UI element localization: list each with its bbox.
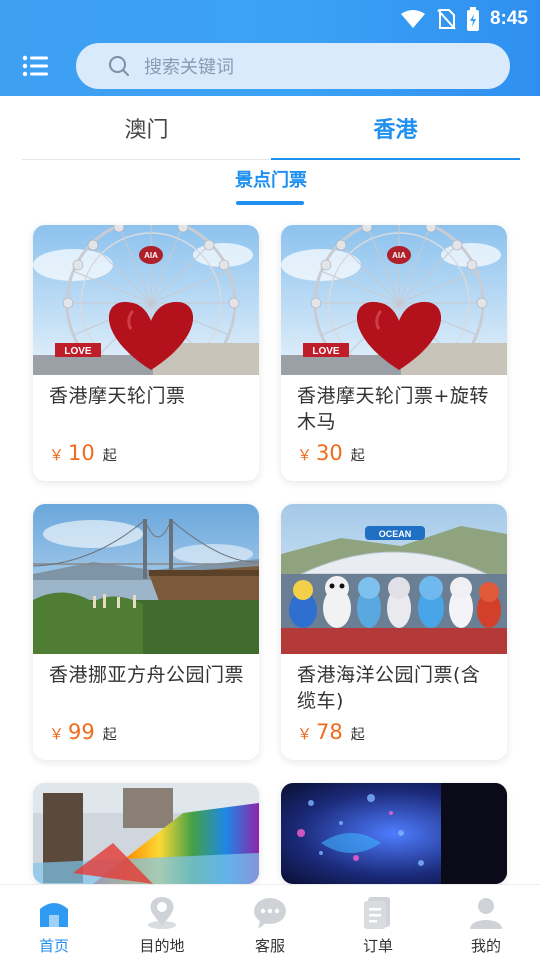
menu-button[interactable] [22, 54, 50, 78]
ticket-card[interactable]: 香港挪亚方舟公园门票 ￥ 99 起 [33, 504, 259, 760]
nav-service[interactable]: 客服 [216, 885, 324, 960]
nav-home[interactable]: 首页 [0, 885, 108, 960]
price-suffix: 起 [102, 727, 117, 743]
order-icon [364, 897, 390, 929]
ticket-title: 香港挪亚方舟公园门票 [49, 664, 245, 686]
svg-text:AIA: AIA [144, 251, 158, 260]
ticket-card[interactable]: AIA LOVE 香港摩天轮门票 ￥ 10 起 [33, 225, 259, 481]
currency-symbol: ￥ [49, 446, 65, 464]
nav-orders[interactable]: 订单 [324, 885, 432, 960]
location-pin-icon [148, 897, 176, 929]
list-menu-icon [22, 55, 48, 77]
currency-symbol: ￥ [297, 446, 313, 464]
search-icon [109, 56, 129, 76]
ferris-wheel-image: AIA LOVE [281, 225, 507, 375]
price-value: 78 [316, 720, 343, 744]
ticket-card[interactable] [33, 783, 259, 884]
svg-text:LOVE: LOVE [312, 346, 340, 357]
no-sim-icon [437, 9, 456, 30]
ticket-title: 香港摩天轮门票+旋转木马 [297, 385, 489, 433]
tab-macau[interactable]: 澳门 [22, 96, 271, 159]
nav-destination[interactable]: 目的地 [108, 885, 216, 960]
light-show-image [281, 783, 507, 884]
price-suffix: 起 [102, 448, 117, 464]
ark-park-image [33, 504, 259, 654]
currency-symbol: ￥ [49, 725, 65, 743]
app-header: 8:45 搜索关键词 [0, 0, 540, 96]
user-icon [470, 898, 502, 929]
svg-text:OCEAN: OCEAN [379, 529, 412, 539]
ticket-card[interactable]: AIA LOVE 香港摩天轮门票+旋转木马 ￥ 30 起 [281, 225, 507, 481]
tab-hongkong[interactable]: 香港 [271, 96, 520, 160]
ocean-park-image: OCEAN [281, 504, 507, 654]
ticket-title: 香港摩天轮门票 [49, 385, 186, 407]
nav-profile[interactable]: 我的 [432, 885, 540, 960]
price-suffix: 起 [350, 727, 365, 743]
ticket-card[interactable]: OCEAN 香港海洋公园门票(含缆车) ￥ 78 起 [281, 504, 507, 760]
price-value: 10 [68, 441, 95, 465]
status-bar: 8:45 [400, 6, 528, 32]
currency-symbol: ￥ [297, 725, 313, 743]
battery-icon [466, 7, 479, 31]
nav-label: 目的地 [139, 937, 185, 955]
ticket-title: 香港海洋公园门票(含缆车) [297, 664, 481, 712]
ticket-price: ￥ 30 起 [297, 441, 365, 465]
home-icon [40, 903, 68, 927]
price-value: 99 [68, 720, 95, 744]
nav-label: 订单 [362, 937, 393, 955]
svg-text:LOVE: LOVE [64, 346, 92, 357]
subtab-indicator [236, 201, 304, 205]
ticket-price: ￥ 78 起 [297, 720, 365, 744]
ticket-price: ￥ 99 起 [49, 720, 117, 744]
price-suffix: 起 [350, 448, 365, 464]
wifi-icon [400, 10, 425, 28]
status-time: 8:45 [489, 8, 528, 29]
price-value: 30 [316, 441, 343, 465]
chat-icon [254, 898, 286, 929]
nav-label: 客服 [254, 937, 285, 955]
ticket-price: ￥ 10 起 [49, 441, 117, 465]
search-placeholder: 搜索关键词 [144, 57, 234, 78]
nav-label: 首页 [38, 937, 69, 955]
nav-label: 我的 [470, 937, 501, 955]
subtab-attraction-tickets[interactable]: 景点门票 [231, 166, 311, 192]
search-input[interactable]: 搜索关键词 [76, 43, 510, 89]
water-slide-image [33, 783, 259, 884]
svg-text:AIA: AIA [392, 251, 406, 260]
bottom-nav: 首页 目的地 客服 订单 我的 [0, 884, 540, 960]
ticket-card[interactable] [281, 783, 507, 884]
ferris-wheel-image: AIA LOVE [33, 225, 259, 375]
region-tabs: 澳门 香港 [22, 96, 520, 160]
